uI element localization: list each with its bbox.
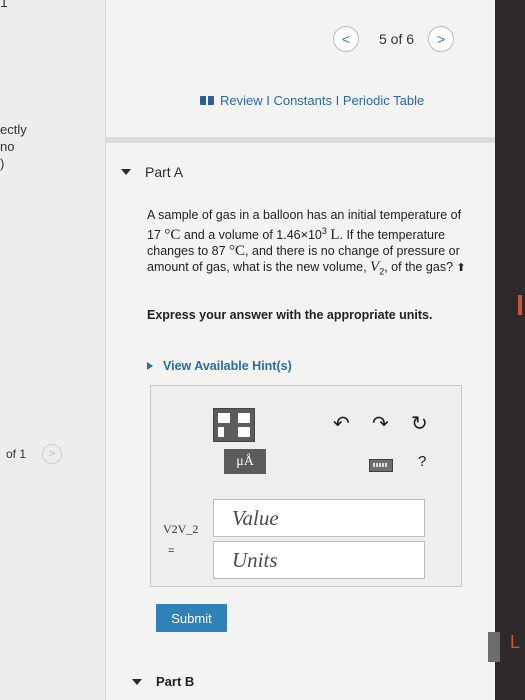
right-edge-mark	[518, 295, 522, 315]
scrollbar[interactable]	[488, 632, 500, 662]
part-a-title: Part A	[145, 164, 184, 180]
unit-celsius-2: °C	[229, 243, 246, 260]
chevron-right-icon: >	[436, 31, 446, 47]
help-icon[interactable]: ?	[418, 453, 426, 470]
left-fragment-1: ectly	[0, 122, 27, 137]
prev-part-button[interactable]: <	[333, 26, 359, 52]
question-segment-5: , of the gas?	[384, 260, 454, 275]
value-field[interactable]: Value	[213, 499, 425, 537]
template-square-icon	[238, 413, 250, 423]
hint-link-label[interactable]: View Available Hint(s)	[163, 359, 292, 373]
variable-label: V2V_2	[163, 522, 199, 536]
view-hints-link[interactable]: View Available Hint(s)	[147, 359, 292, 373]
next-part-button[interactable]: >	[428, 26, 455, 52]
instruction-text: Express your answer with the appropriate…	[147, 308, 433, 322]
pager: < 5 of 6 >	[333, 26, 455, 52]
keyboard-icon[interactable]	[369, 459, 393, 472]
header-links-text[interactable]: Review I Constants I Periodic Table	[220, 93, 424, 108]
right-edge-glyph: L	[510, 632, 521, 652]
value-placeholder: Value	[232, 506, 279, 530]
divider	[105, 137, 495, 143]
expand-caret-icon	[147, 362, 153, 370]
left-top-fragment: 1	[0, 0, 8, 10]
left-fragment-3: )	[0, 156, 5, 171]
template-square-icon	[218, 427, 224, 437]
left-of-label: of 1	[6, 447, 27, 461]
pager-label: 5 of 6	[379, 31, 415, 47]
mouse-cursor-icon: ⬆	[456, 262, 466, 275]
collapse-caret-icon	[121, 169, 131, 175]
answer-box: ↶ ↷ ↻ μÅ ? V2V_2 = Value Units	[150, 385, 462, 587]
part-a-header[interactable]: Part A	[121, 164, 183, 180]
question-segment-2: and a volume of 1.46×10	[183, 228, 322, 243]
submit-button[interactable]: Submit	[156, 604, 227, 632]
reset-icon[interactable]: ↻	[411, 411, 428, 436]
equals-sign: =	[168, 545, 175, 557]
question-text: A sample of gas in a balloon has an init…	[147, 207, 467, 280]
undo-icon[interactable]: ↶	[333, 411, 350, 436]
redo-icon[interactable]: ↷	[372, 411, 389, 436]
templates-button[interactable]	[213, 408, 255, 442]
part-b-title: Part B	[156, 674, 195, 689]
right-edge	[495, 0, 525, 700]
left-panel: 1 ectly no ) of 1 >	[0, 0, 106, 700]
exponent: 3	[321, 226, 327, 236]
book-icon	[200, 96, 214, 105]
page-area: 1 ectly no ) of 1 > < 5 of 6 > Review I …	[0, 0, 495, 700]
part-b-header[interactable]: Part B	[132, 674, 194, 689]
v2-symbol: V	[370, 259, 380, 276]
collapse-caret-icon	[132, 678, 142, 685]
header-links[interactable]: Review I Constants I Periodic Table	[200, 93, 424, 108]
unit-liter: L	[330, 227, 340, 244]
template-square-icon	[218, 413, 230, 423]
units-symbol-button[interactable]: μÅ	[224, 449, 266, 474]
units-placeholder: Units	[232, 548, 278, 572]
unit-celsius: °C	[164, 227, 181, 244]
chevron-left-icon: <	[341, 31, 351, 47]
units-field[interactable]: Units	[213, 541, 425, 579]
left-next-icon[interactable]: >	[42, 444, 62, 464]
template-square-icon	[238, 427, 250, 437]
left-fragment-2: no	[0, 139, 15, 154]
